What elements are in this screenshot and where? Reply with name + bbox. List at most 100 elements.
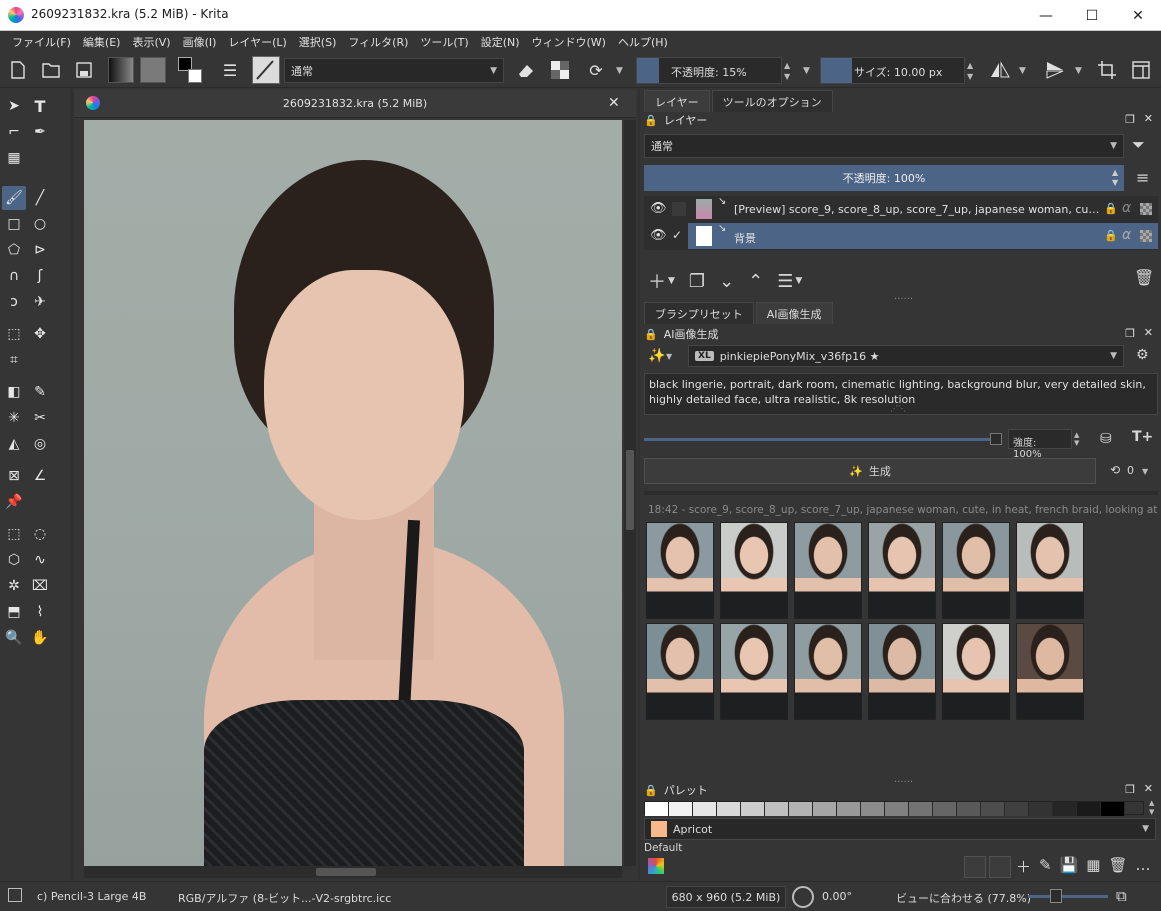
horizontal-scrollbar[interactable] (84, 866, 622, 878)
status-color-space[interactable]: RGB/アルファ (8-ビット...-V2-srgbtrc.icc (178, 890, 391, 906)
strength-spinner-icon[interactable]: ▲ ▼ (1074, 431, 1079, 447)
history-thumbnail[interactable] (720, 623, 788, 720)
menu-edit[interactable]: 編集(E) (77, 34, 127, 50)
text-tool-icon[interactable]: T (28, 94, 52, 118)
workspace-icon[interactable] (1129, 58, 1153, 82)
delete-color-icon[interactable]: 🗑 (1108, 856, 1127, 877)
size-spinner-icon[interactable]: ▲ ▼ (967, 60, 979, 82)
palette-swatch[interactable] (813, 802, 837, 816)
status-dimensions[interactable]: 680 x 960 (5.2 MiB) (666, 886, 786, 908)
palette-swatch[interactable] (957, 802, 981, 816)
smart-patch-icon[interactable]: ✳ (2, 406, 26, 430)
splitter-handle[interactable]: ...... (894, 291, 913, 302)
magic-wand-icon[interactable]: ✨ (648, 348, 665, 364)
palette-swatch[interactable] (1005, 802, 1029, 816)
menu-view[interactable]: 表示(V) (126, 34, 176, 50)
mirror-vertical-icon[interactable] (1043, 58, 1067, 82)
contiguous-select-icon[interactable]: ✲ (2, 574, 26, 598)
strength-slider-handle[interactable] (990, 433, 1002, 445)
palette-swatch[interactable] (1029, 802, 1053, 816)
menu-settings[interactable]: 設定(N) (475, 34, 526, 50)
palette-scroll-icon[interactable]: ▲ ▼ (1149, 799, 1154, 817)
edit-color-icon[interactable]: ✎ (1039, 856, 1052, 877)
queue-history-icon[interactable]: ⟲ (1110, 463, 1120, 477)
layer-check-icon[interactable]: ✓ (672, 228, 682, 242)
freehand-path-icon[interactable]: ʃ (28, 264, 52, 288)
history-thumbnail[interactable] (1016, 623, 1084, 720)
palette-grid-icon[interactable]: ▦ (1086, 856, 1100, 877)
palette-swatch[interactable] (645, 802, 669, 816)
image-canvas[interactable] (84, 120, 622, 866)
tab-layers[interactable]: レイヤー (644, 90, 710, 112)
assistant-tool-icon[interactable]: ⊠ (2, 464, 26, 488)
inherit-alpha-icon[interactable] (1140, 230, 1152, 242)
layer-blend-mode-select[interactable]: 通常 ▼ (644, 134, 1124, 158)
delete-layer-icon[interactable]: 🗑 (1134, 268, 1154, 287)
palette-swatch[interactable] (909, 802, 933, 816)
size-slider[interactable]: サイズ: 10.00 px (820, 57, 965, 84)
fg-bg-color-icon[interactable] (178, 57, 206, 85)
zoom-slider-handle[interactable] (1050, 889, 1062, 903)
palette-swatch[interactable] (885, 802, 909, 816)
gradient-selector-icon[interactable] (108, 57, 134, 83)
menu-image[interactable]: 画像(I) (177, 34, 223, 50)
close-document-icon[interactable]: ✕ (608, 95, 620, 111)
brush-preset-icon[interactable] (252, 56, 280, 84)
float-docker-icon[interactable]: ❐ (1125, 113, 1135, 126)
eraser-icon[interactable] (514, 58, 538, 82)
palette-swatch[interactable] (765, 802, 789, 816)
palette-swatch[interactable] (717, 802, 741, 816)
similar-select-icon[interactable]: ⌧ (28, 574, 52, 598)
rotation-dial-icon[interactable] (792, 886, 814, 908)
menu-tools[interactable]: ツール(T) (414, 34, 474, 50)
chevron-down-icon[interactable]: ▼ (1075, 66, 1082, 76)
transform-tool-icon[interactable]: ⬚ (2, 322, 26, 346)
history-thumbnail[interactable] (868, 623, 936, 720)
generate-button[interactable]: ✨ 生成 (644, 458, 1096, 484)
reload-preset-icon[interactable]: ⟳ (584, 58, 608, 82)
layer-menu-icon[interactable]: ≡ (1136, 168, 1149, 187)
palette-fg-slot[interactable] (964, 856, 986, 878)
layer-opacity-slider[interactable]: 不透明度: 100% (644, 165, 1124, 191)
magnetic-select-icon[interactable]: ⌇ (28, 600, 52, 624)
palette-bg-slot[interactable] (989, 856, 1011, 878)
add-color-icon[interactable]: ＋ (1016, 856, 1031, 877)
history-thumbnail[interactable] (646, 522, 714, 619)
palette-swatch[interactable] (861, 802, 885, 816)
lock-icon[interactable]: 🔒 (1104, 229, 1118, 242)
more-options-icon[interactable]: … (1136, 856, 1151, 877)
bezier-tool-icon[interactable]: ∩ (2, 264, 26, 288)
gradient-tool-icon[interactable]: ◧ (2, 380, 26, 404)
mirror-horizontal-icon[interactable] (988, 58, 1012, 82)
palette-swatch[interactable] (837, 802, 861, 816)
eye-icon[interactable]: 👁 (650, 201, 667, 216)
history-thumbnail[interactable] (720, 522, 788, 619)
history-thumbnail[interactable] (868, 522, 936, 619)
menu-select[interactable]: 選択(S) (293, 34, 343, 50)
menu-filter[interactable]: フィルタ(R) (342, 34, 414, 50)
menu-window[interactable]: ウィンドウ(W) (526, 34, 612, 50)
inherit-alpha-icon[interactable] (1140, 203, 1152, 215)
chevron-down-icon[interactable]: ▼ (795, 276, 802, 286)
tab-tool-options[interactable]: ツールのオプション (711, 90, 833, 112)
resize-handle[interactable]: ⋰⋱ (890, 404, 906, 413)
pattern-selector-icon[interactable] (140, 57, 166, 83)
gradient-edit-icon[interactable]: ▦ (2, 146, 26, 170)
polygon-tool-icon[interactable]: ⬠ (2, 238, 26, 262)
palette-swatch[interactable] (1053, 802, 1077, 816)
new-document-icon[interactable] (6, 58, 30, 82)
zoom-tool-icon[interactable]: 🔍 (2, 626, 26, 650)
crop-tool-icon[interactable]: ⌗ (2, 348, 26, 372)
fill-tool-icon[interactable]: ◭ (2, 432, 26, 456)
multibrush-icon[interactable]: ✈ (28, 290, 52, 314)
rectangle-tool-icon[interactable]: □ (2, 212, 26, 236)
select-shapes-icon[interactable]: ➤ (2, 94, 26, 118)
colorize-mask-icon[interactable]: ✂ (28, 406, 52, 430)
wrap-around-icon[interactable] (1095, 58, 1119, 82)
zoom-slider-track[interactable] (1028, 895, 1108, 898)
save-icon[interactable] (72, 58, 96, 82)
opacity-spinner-icon[interactable]: ▲ ▼ (1112, 168, 1118, 188)
chevron-down-icon[interactable]: ▼ (803, 66, 810, 76)
lock-docker-icon[interactable]: 🔒 (644, 114, 658, 127)
close-window-button[interactable]: ✕ (1115, 0, 1161, 31)
